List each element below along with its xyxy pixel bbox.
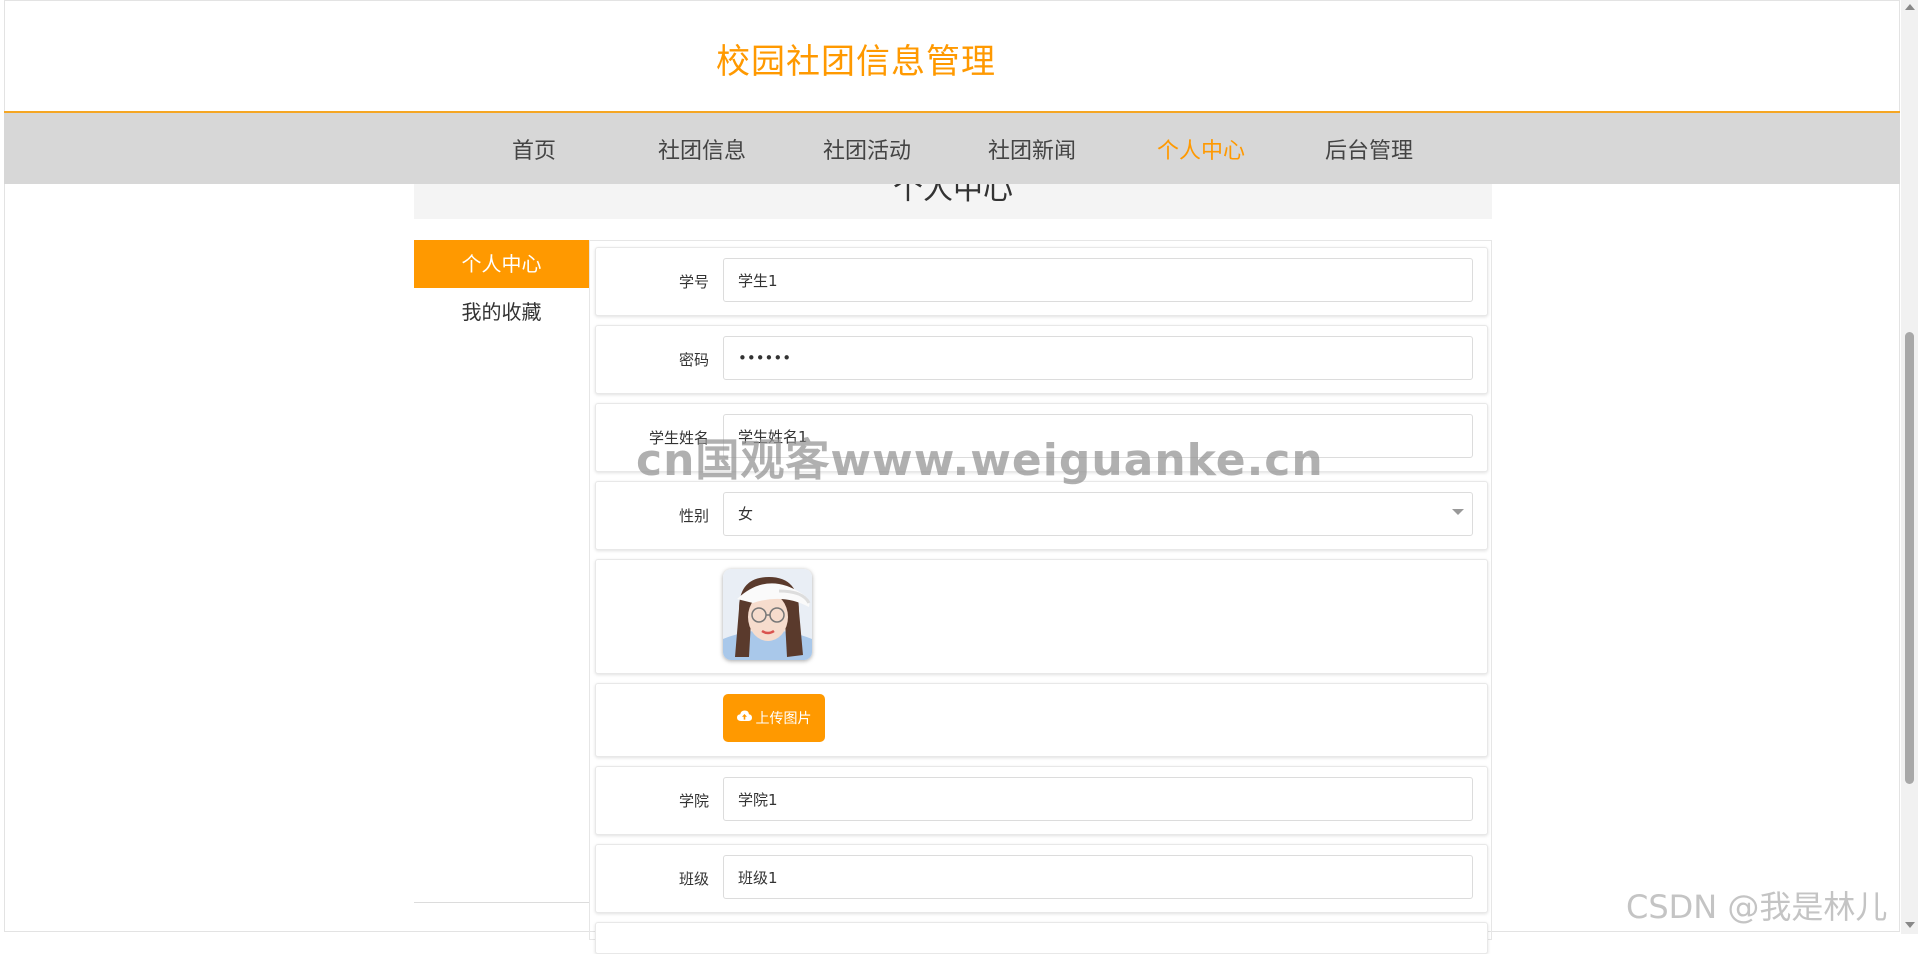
site-title: 校园社团信息管理 [716, 42, 996, 82]
class-input[interactable] [723, 855, 1473, 899]
class-label: 班级 [678, 870, 709, 888]
page-subtitle-strip: 个人中心 [414, 184, 1492, 219]
scrollbar-thumb[interactable] [1905, 332, 1914, 784]
college-label: 学院 [678, 792, 709, 810]
site-watermark: cn国观客www.weiguanke.cn [636, 435, 1324, 486]
avatar [723, 569, 812, 660]
gender-select[interactable]: 女 [723, 492, 1473, 536]
scroll-up-arrow-icon[interactable] [1905, 4, 1915, 10]
csdn-watermark: CSDN @我是林儿 [1626, 888, 1888, 926]
gender-label: 性别 [678, 507, 709, 525]
cloud-upload-icon [736, 710, 752, 726]
nav-admin[interactable]: 后台管理 [1325, 133, 1413, 165]
nav-club-news[interactable]: 社团新闻 [988, 133, 1076, 165]
upload-image-button[interactable]: 上传图片 [723, 694, 825, 742]
form-row-next [595, 922, 1488, 954]
nav-home[interactable]: 首页 [512, 133, 556, 165]
password-label: 密码 [678, 351, 709, 369]
nav-club-info[interactable]: 社团信息 [658, 133, 746, 165]
main-navbar [4, 113, 1900, 184]
sidebar-item-favorites[interactable]: 我的收藏 [414, 288, 589, 336]
chevron-down-icon [1452, 509, 1464, 515]
page-subtitle: 个人中心 [893, 184, 1013, 207]
sidebar: 个人中心 我的收藏 [414, 240, 589, 903]
nav-personal-center[interactable]: 个人中心 [1157, 133, 1245, 165]
student-id-input[interactable] [723, 258, 1473, 302]
college-input[interactable] [723, 777, 1473, 821]
scroll-down-arrow-icon[interactable] [1905, 922, 1915, 928]
password-input[interactable] [723, 336, 1473, 380]
upload-button-label: 上传图片 [755, 711, 812, 727]
sidebar-item-personal-center[interactable]: 个人中心 [414, 240, 589, 288]
student-id-label: 学号 [678, 273, 709, 291]
nav-club-activities[interactable]: 社团活动 [823, 133, 911, 165]
